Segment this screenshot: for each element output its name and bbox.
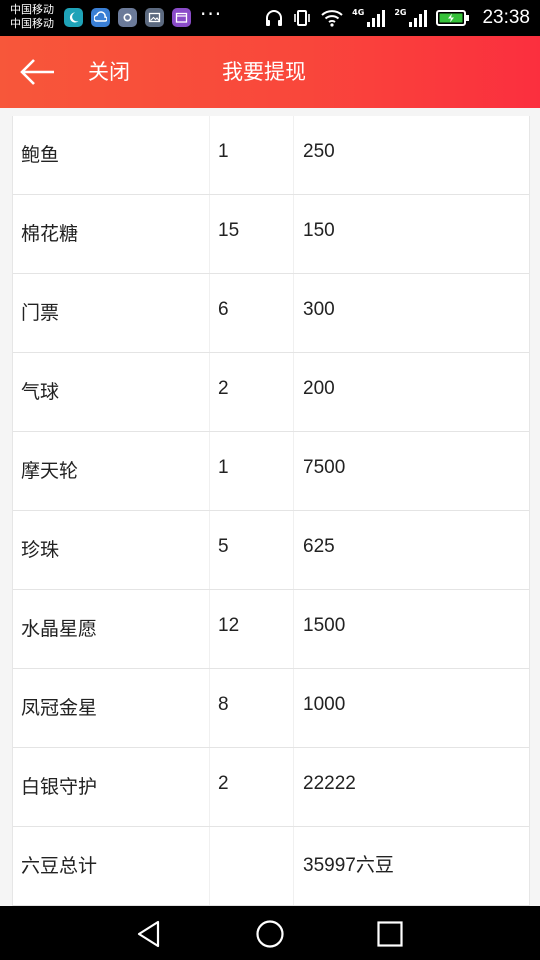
notification-icons (64, 8, 191, 27)
vibrate-icon (294, 10, 310, 26)
status-bar: 中国移动 中国移动 ··· 4G 2G 23:38 (0, 0, 540, 36)
gift-value: 625 (303, 536, 335, 557)
square-recent-icon[interactable] (374, 918, 406, 950)
gift-value: 22222 (303, 773, 356, 794)
gift-name: 鲍鱼 (21, 144, 60, 166)
settings-app-icon (118, 8, 137, 27)
calendar-app-icon (172, 8, 191, 27)
gift-value: 200 (303, 378, 335, 399)
gift-name: 凤冠金星 (21, 697, 98, 719)
status-right: 4G 2G 23:38 (264, 5, 530, 31)
table-row: 棉花糖 15 150 (13, 195, 529, 274)
battery-charging-icon (436, 10, 470, 26)
table-row: 门票 6 300 (13, 274, 529, 353)
gift-name: 珍珠 (21, 539, 60, 561)
network-type-1: 4G (352, 7, 365, 17)
headphones-icon (266, 10, 283, 26)
table-row: 气球 2 200 (13, 353, 529, 432)
gallery-app-icon (145, 8, 164, 27)
status-time: 23:38 (482, 7, 530, 28)
table-row: 白银守护 2 22222 (13, 748, 529, 827)
app-header: 关闭 我要提现 (0, 36, 540, 108)
screen: 中国移动 中国移动 ··· 4G 2G 23:38 关闭 我要提现 鲍鱼 1 2… (0, 0, 540, 960)
network-type-2: 2G (394, 7, 407, 17)
back-arrow-icon[interactable] (18, 56, 58, 88)
gift-value: 300 (303, 299, 335, 320)
gift-count: 6 (218, 299, 229, 320)
gift-name: 气球 (21, 381, 60, 403)
gift-count: 5 (218, 536, 229, 557)
triangle-back-icon[interactable] (134, 918, 166, 950)
cloud-app-icon (91, 8, 110, 27)
close-button[interactable]: 关闭 (88, 58, 130, 86)
table-row: 鲍鱼 1 250 (13, 116, 529, 195)
gift-value: 7500 (303, 457, 346, 478)
gift-count: 1 (218, 457, 229, 478)
gift-name: 白银守护 (21, 776, 98, 798)
total-row: 六豆总计 35997六豆 (13, 827, 529, 906)
total-value: 35997六豆 (303, 855, 394, 876)
moon-app-icon (64, 8, 83, 27)
gift-table: 鲍鱼 1 250 棉花糖 15 150 门票 6 300 气球 2 200 摩天… (12, 116, 530, 906)
wifi-icon (321, 10, 343, 27)
gift-name: 摩天轮 (21, 460, 79, 482)
carrier-line-2: 中国移动 (10, 17, 54, 30)
table-row: 摩天轮 1 7500 (13, 432, 529, 511)
gift-value: 1500 (303, 615, 346, 636)
carrier-line-1: 中国移动 (10, 3, 54, 16)
gift-count: 8 (218, 694, 229, 715)
gift-count: 1 (218, 141, 229, 162)
gift-count: 12 (218, 615, 240, 636)
table-row: 水晶星愿 12 1500 (13, 590, 529, 669)
table-row: 凤冠金星 8 1000 (13, 669, 529, 748)
total-label: 六豆总计 (21, 855, 98, 877)
carrier-info: 中国移动 中国移动 (10, 3, 54, 31)
signal-icon-2 (409, 10, 428, 27)
gift-name: 水晶星愿 (21, 618, 98, 640)
gift-value: 1000 (303, 694, 346, 715)
gift-name: 门票 (21, 302, 60, 324)
signal-icon-1 (367, 10, 386, 27)
table-row: 珍珠 5 625 (13, 511, 529, 590)
circle-home-icon[interactable] (254, 918, 286, 950)
navigation-bar (0, 906, 540, 960)
gift-name: 棉花糖 (21, 223, 79, 245)
page-title: 我要提现 (222, 60, 306, 84)
gift-value: 250 (303, 141, 335, 162)
gift-count: 2 (218, 773, 229, 794)
more-notifications-icon: ··· (200, 2, 223, 26)
content-area[interactable]: 鲍鱼 1 250 棉花糖 15 150 门票 6 300 气球 2 200 摩天… (0, 108, 540, 906)
gift-count: 15 (218, 220, 240, 241)
gift-count: 2 (218, 378, 229, 399)
gift-value: 150 (303, 220, 335, 241)
